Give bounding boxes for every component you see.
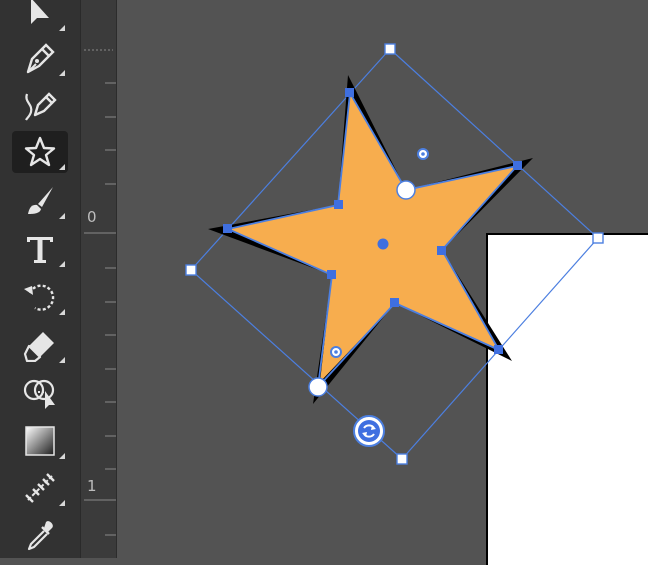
- anchor-point: [223, 224, 232, 233]
- transform-handle: [396, 453, 408, 465]
- center-point[interactable]: [377, 238, 389, 250]
- anchor-point: [327, 270, 336, 279]
- anchor-point: [494, 345, 503, 354]
- transform-handle: [185, 264, 197, 276]
- rotate-widget[interactable]: [353, 415, 385, 447]
- transform-handle: [384, 43, 396, 55]
- transform-handle: [592, 232, 604, 244]
- anchor-point: [513, 161, 522, 170]
- anchor-point: [437, 246, 446, 255]
- star-radius-widget[interactable]: [396, 180, 416, 200]
- anchor-point: [390, 298, 399, 307]
- artwork-layer[interactable]: [0, 0, 648, 558]
- anchor-point: [334, 200, 343, 209]
- anchor-point: [345, 88, 354, 97]
- star-radius-widget[interactable]: [308, 377, 328, 397]
